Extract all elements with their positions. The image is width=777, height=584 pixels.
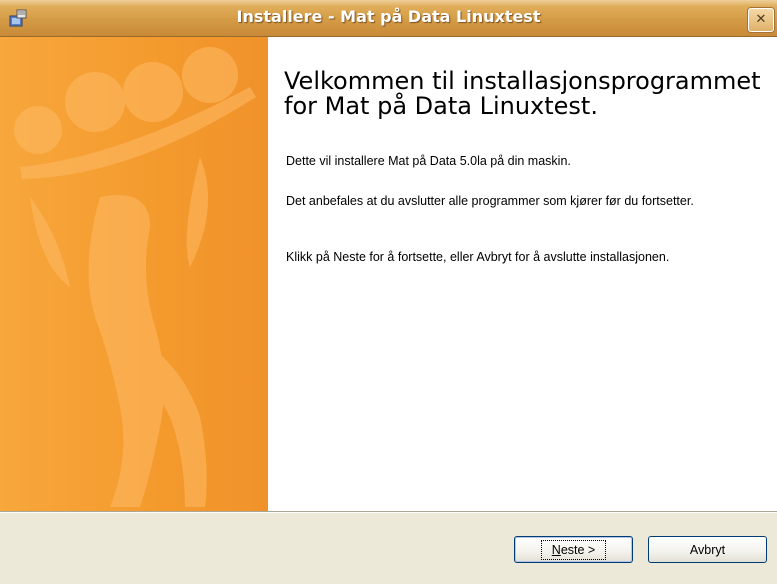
title-bar[interactable]: Installere - Mat på Data Linuxtest ✕ <box>0 0 777 37</box>
cancel-button[interactable]: Avbryt <box>648 536 767 563</box>
close-button[interactable]: ✕ <box>748 8 774 32</box>
close-programs-text: Det anbefales at du avslutter alle progr… <box>286 194 694 208</box>
next-button[interactable]: Neste > <box>514 536 633 563</box>
welcome-heading: Velkommen til installasjonsprogrammet fo… <box>284 67 761 120</box>
instructions-text: Klikk på Neste for å fortsette, eller Av… <box>286 250 670 264</box>
installer-window: Installere - Mat på Data Linuxtest ✕ Vel… <box>0 0 777 584</box>
wizard-footer: Neste > Avbryt <box>0 513 777 584</box>
install-info-text: Dette vil installere Mat på Data 5.0la p… <box>286 154 571 168</box>
juggler-illustration <box>14 47 256 507</box>
next-button-label: Neste > <box>540 539 607 560</box>
wizard-banner-image <box>0 37 268 511</box>
welcome-panel: Velkommen til installasjonsprogrammet fo… <box>268 37 777 511</box>
window-title: Installere - Mat på Data Linuxtest <box>236 7 541 26</box>
